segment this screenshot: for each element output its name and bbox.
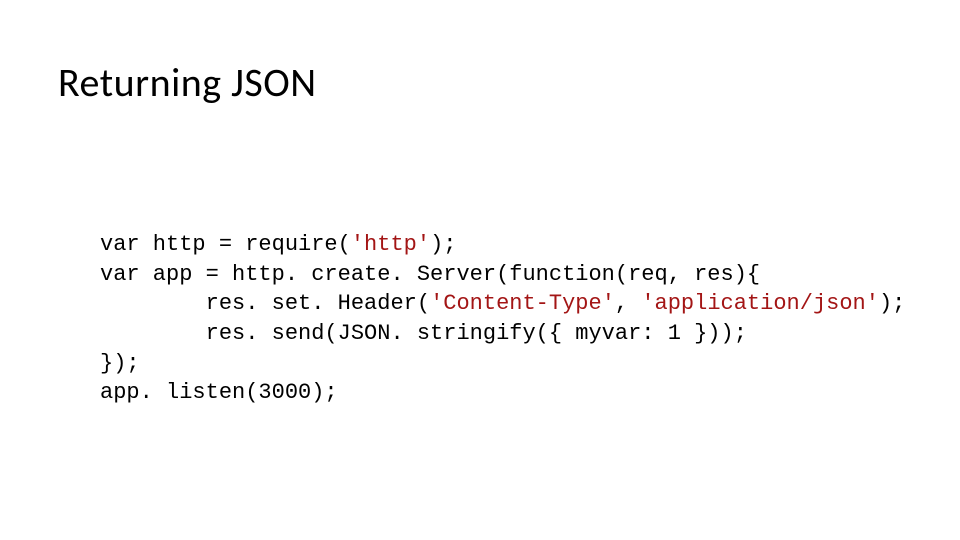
code-string: 'http'	[351, 232, 430, 257]
code-text: );	[430, 232, 456, 257]
code-line-3: res. set. Header('Content-Type', 'applic…	[100, 291, 905, 316]
code-string: 'Content-Type'	[430, 291, 615, 316]
code-line-2: var app = http. create. Server(function(…	[100, 262, 760, 287]
code-text: );	[879, 291, 905, 316]
code-text: var http = require(	[100, 232, 351, 257]
code-line-1: var http = require('http');	[100, 232, 456, 257]
code-text: ,	[615, 291, 641, 316]
code-text: res. set. Header(	[100, 291, 430, 316]
slide: Returning JSON var http = require('http'…	[0, 0, 960, 540]
code-line-4: res. send(JSON. stringify({ myvar: 1 }))…	[100, 321, 747, 346]
code-block: var http = require('http'); var app = ht…	[100, 230, 900, 408]
code-line-5: });	[100, 351, 140, 376]
code-line-6: app. listen(3000);	[100, 380, 338, 405]
slide-title: Returning JSON	[58, 58, 317, 107]
code-string: 'application/json'	[641, 291, 879, 316]
